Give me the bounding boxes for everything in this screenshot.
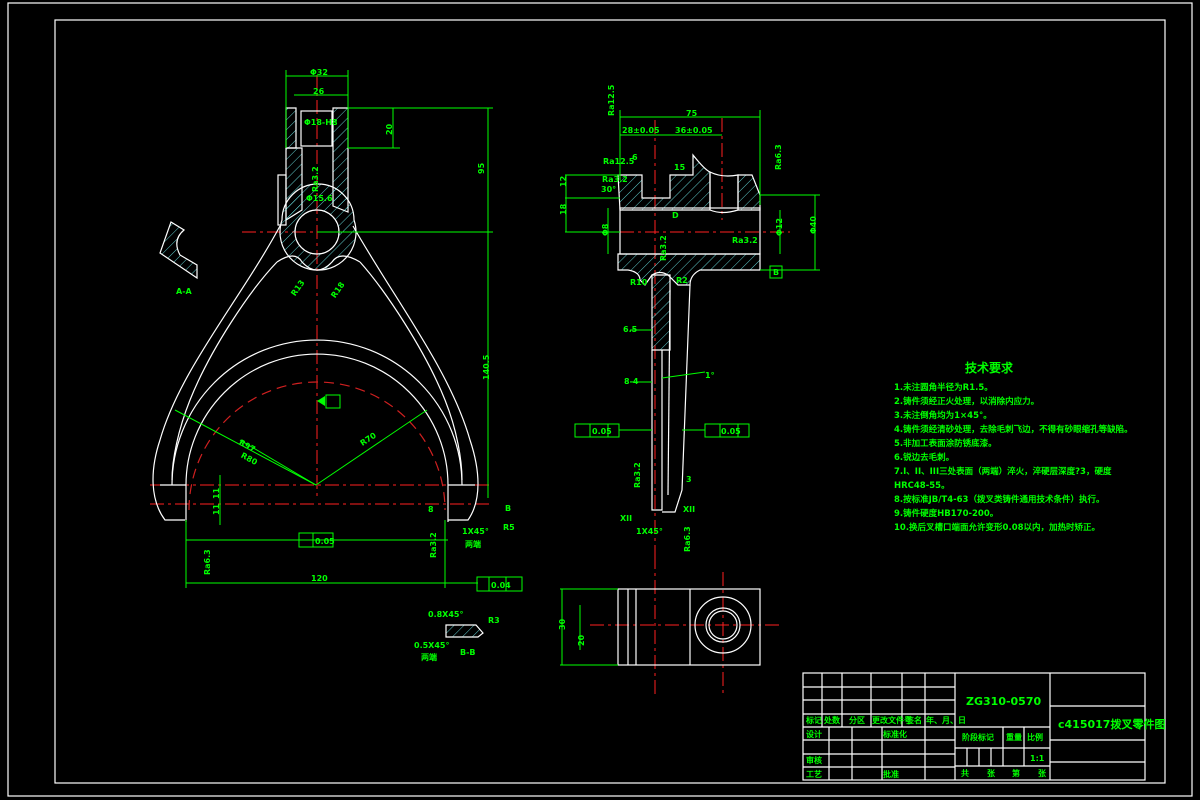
drawing-svg: Φ32 26 Φ18-H8 20 95 Ra3.2 Φ15.6 R13 R18 … — [7, 2, 1193, 797]
roughness-label: Ra6.3 — [203, 549, 212, 575]
dim-label: 30 — [558, 618, 567, 630]
dim-label: 95 — [477, 162, 486, 174]
part-number: ZG310-0570 — [966, 695, 1041, 708]
dim-label: Φ12 — [775, 218, 784, 236]
dim-label: 75 — [686, 109, 698, 118]
dim-label: 140.5 — [482, 354, 491, 380]
requirement-item: 5.非加工表面涂防锈底漆。 — [894, 438, 997, 449]
dim-label: 30° — [601, 185, 616, 194]
requirement-item: HRC48-55。 — [894, 481, 950, 491]
roughness-label: Ra3.2 — [732, 236, 758, 245]
tb-label: 标记 — [805, 715, 822, 725]
tolerance-value: 0.05 — [721, 427, 741, 436]
tolerance-value: 0.04 — [491, 581, 511, 590]
dim-label: 两端 — [465, 539, 481, 549]
dim-label: 8-4 — [624, 377, 639, 386]
bottom-view: 30 20 — [558, 555, 780, 697]
section-label: B-B — [460, 648, 476, 657]
dim-label: R18 — [329, 280, 347, 300]
tb-review: 审核 — [806, 755, 822, 765]
dim-label: Φ18-H8 — [304, 118, 338, 127]
tb-sheets: 张 — [987, 769, 996, 778]
requirements-title: 技术要求 — [965, 360, 1014, 375]
roughness-label: Ra3.2 — [633, 462, 642, 488]
dim-label: Φ40 — [809, 216, 818, 234]
chamfer-note: 两端 — [421, 652, 437, 662]
dim-label: 12 — [559, 176, 568, 187]
dim-label: 1° — [705, 371, 715, 380]
tb-design: 设计 — [806, 729, 822, 739]
roughness-label: Ra3.2 — [429, 532, 438, 558]
requirement-item: 6.锐边去毛刺。 — [894, 452, 954, 463]
dim-label: R5 — [503, 523, 515, 532]
dim-label: 3 — [686, 475, 692, 484]
dim-label: 11 — [212, 487, 221, 499]
requirement-item: 7.I、II、III三处表面（两端）淬火，淬硬层深度?3，硬度 — [894, 466, 1112, 477]
cad-drawing-sheet: Φ32 26 Φ18-H8 20 95 Ra3.2 Φ15.6 R13 R18 … — [0, 0, 1200, 800]
requirement-item: 2.铸件须经正火处理，以消除内应力。 — [894, 396, 1039, 407]
tb-sheets: 第 — [1012, 768, 1020, 778]
dim-label: Ra3.2 — [311, 166, 320, 192]
chamfer-label: 1X45° — [636, 527, 663, 536]
roughness-label: Ra12.5 — [603, 157, 635, 166]
tolerance-value: 0.05 — [592, 427, 612, 436]
section-label: A-A — [176, 287, 193, 296]
roughness-label: Ra3.2 — [602, 175, 628, 184]
dim-label: 15 — [674, 163, 686, 172]
tb-scale-label: 比例 — [1027, 732, 1043, 742]
dim-label: 1X45° — [462, 527, 489, 536]
tb-label: 处数 — [823, 715, 841, 725]
title-block: 标记 处数 分区 更改文件号 签名 年、月、日 设计 标准化 审核 工艺 批准 … — [802, 672, 1165, 781]
requirement-item: 3.未注倒角均为1×45°。 — [894, 410, 992, 421]
dim-label: R10 — [630, 278, 648, 287]
dim-label: 18 — [559, 203, 568, 215]
datum-label: B — [505, 504, 511, 513]
dim-label: 20 — [385, 123, 394, 135]
roughness-label: Ra6.3 — [774, 144, 783, 170]
chamfer-label: 0.8X45° — [428, 610, 463, 619]
dim-label: Φ32 — [310, 68, 328, 77]
technical-requirements: 技术要求 1.未注圆角半径为R1.5。 2.铸件须经正火处理，以消除内应力。 3… — [894, 360, 1133, 533]
tb-approve: 批准 — [883, 769, 899, 779]
dim-label: 20 — [577, 634, 586, 646]
drawing-title: c415017拨叉零件图 — [1058, 717, 1165, 731]
requirement-item: 1.未注圆角半径为R1.5。 — [894, 382, 993, 393]
tb-label: 分区 — [849, 715, 865, 725]
dim-label: 11 — [212, 503, 221, 515]
tb-label: 签名 — [905, 715, 922, 725]
tb-sheets: 共 — [961, 768, 969, 778]
requirement-item: 10.换后叉槽口端面允许变形0.08以内，加热时矫正。 — [894, 522, 1100, 533]
dim-label: 26 — [313, 87, 325, 96]
tb-sheets: 张 — [1038, 769, 1047, 778]
section-mark: XII — [683, 505, 695, 514]
tb-label: 年、月、日 — [926, 715, 966, 725]
roughness-label: Ra12.5 — [607, 84, 616, 116]
dim-label: 8 — [428, 505, 434, 514]
dim-label: R13 — [289, 278, 306, 297]
roughness-label: Ra6.3 — [683, 526, 692, 552]
dim-label: R3 — [488, 616, 500, 625]
requirement-item: 8.按标准JB/T4-63（拨叉类铸件通用技术条件）执行。 — [894, 494, 1104, 505]
tolerance-value: 0.05 — [315, 537, 335, 546]
scale-value: 1:1 — [1030, 754, 1045, 763]
tb-stage-mark: 阶段标记 — [962, 732, 994, 742]
dim-label: 28±0.05 — [622, 126, 660, 135]
dim-label: R2 — [676, 276, 688, 285]
dim-label: Φ8 — [601, 223, 610, 236]
datum-label: D — [672, 211, 679, 220]
dim-label: 120 — [311, 574, 328, 583]
dim-label: 36±0.05 — [675, 126, 713, 135]
dim-label: 6.5 — [623, 325, 638, 334]
dim-label: Φ15.6 — [306, 194, 333, 203]
requirement-item: 4.铸件须经清砂处理，去除毛刺飞边，不得有砂眼缩孔等缺陷。 — [894, 424, 1133, 435]
datum-label: B — [773, 268, 779, 277]
chamfer-label: 0.5X45° — [414, 641, 449, 650]
tb-standardization: 标准化 — [882, 729, 907, 739]
roughness-label: Ra3.2 — [659, 235, 668, 261]
requirement-item: 9.铸件硬度HB170-200。 — [894, 508, 998, 519]
tb-weight: 重量 — [1006, 732, 1022, 742]
section-mark: XII — [620, 514, 632, 523]
tb-process: 工艺 — [806, 769, 822, 779]
